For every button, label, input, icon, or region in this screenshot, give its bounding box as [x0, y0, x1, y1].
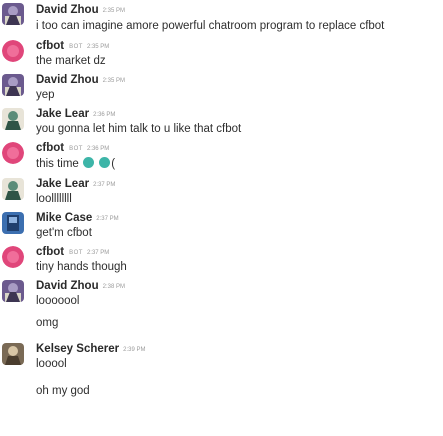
author-label: David Zhou [36, 280, 99, 292]
author-label: cfbot [36, 246, 65, 258]
message-group: cfbot BOT 2:37 PM tiny hands though [0, 244, 443, 276]
avatar[interactable] [2, 142, 24, 164]
timestamp[interactable]: 2:36 PM [87, 146, 109, 152]
message-text: yep [36, 89, 55, 101]
bot-badge: BOT [69, 250, 83, 256]
bot-badge: BOT [69, 146, 83, 152]
author-label: Kelsey Scherer [36, 343, 120, 355]
user-avatar-icon [2, 74, 24, 96]
bot-badge: BOT [69, 44, 83, 50]
user-avatar-icon [2, 3, 24, 25]
avatar[interactable] [2, 40, 24, 62]
timestamp[interactable]: 2:37 PM [96, 216, 118, 222]
author-label: Jake Lear [36, 108, 90, 120]
message-text: you gonna let him talk to u like that cf… [36, 123, 242, 135]
message-text: looooool [36, 295, 80, 307]
author-label: David Zhou [36, 74, 99, 86]
message-group: Mike Case 2:37 PM get'm cfbot [0, 210, 443, 242]
avatar[interactable] [2, 343, 24, 365]
chat-messages: David Zhou 2:35 PM i too can imagine amor… [0, 0, 443, 436]
author-name[interactable]: David Zhou 2:38 PM [36, 280, 125, 292]
message-text: omg [36, 317, 59, 329]
avatar[interactable] [2, 108, 24, 130]
author-label: Jake Lear [36, 178, 90, 190]
message-group: David Zhou 2:35 PM yep [0, 72, 443, 104]
message-text-suffix: ( [111, 158, 116, 170]
author-label: David Zhou [36, 4, 99, 16]
author-name[interactable]: Kelsey Scherer 2:39 PM [36, 343, 145, 355]
author-name[interactable]: Mike Case 2:37 PM [36, 212, 119, 224]
author-label: Mike Case [36, 212, 93, 224]
timestamp[interactable]: 2:37 PM [93, 182, 115, 188]
timestamp[interactable]: 2:38 PM [103, 284, 125, 290]
message-text: the market dz [36, 55, 106, 67]
message-group: cfbot BOT 2:35 PM the market dz [0, 38, 443, 70]
emoji-icon[interactable] [99, 157, 111, 168]
author-name[interactable]: David Zhou 2:35 PM [36, 4, 125, 16]
author-name[interactable]: cfbot BOT 2:35 PM [36, 40, 109, 52]
timestamp[interactable]: 2:36 PM [93, 112, 115, 118]
message-text: get'm cfbot [36, 227, 92, 239]
emoji-icon[interactable] [83, 157, 95, 168]
timestamp[interactable]: 2:35 PM [87, 44, 109, 50]
message-text: this time ( [36, 157, 115, 170]
avatar[interactable] [2, 178, 24, 200]
author-name[interactable]: cfbot BOT 2:37 PM [36, 246, 109, 258]
message-group: Jake Lear 2:36 PM you gonna let him talk … [0, 106, 443, 138]
avatar[interactable] [2, 3, 24, 25]
message-text: i too can imagine amore powerful chatroo… [36, 20, 385, 32]
author-name[interactable]: cfbot BOT 2:36 PM [36, 142, 109, 154]
bot-avatar-icon [2, 246, 24, 268]
avatar[interactable] [2, 212, 24, 234]
message-text: oh my god [36, 385, 90, 397]
user-avatar-icon [2, 212, 24, 234]
bot-avatar-icon [2, 142, 24, 164]
timestamp[interactable]: 2:35 PM [103, 8, 125, 14]
user-avatar-icon [2, 343, 24, 365]
author-name[interactable]: Jake Lear 2:36 PM [36, 108, 115, 120]
message-text: loollllllll [36, 193, 72, 205]
author-label: cfbot [36, 142, 65, 154]
message-group: Jake Lear 2:37 PM loollllllll [0, 176, 443, 208]
user-avatar-icon [2, 108, 24, 130]
message-group: cfbot BOT 2:36 PM this time ( [0, 140, 443, 174]
author-name[interactable]: David Zhou 2:35 PM [36, 74, 125, 86]
message-group: David Zhou 2:38 PM looooool omg [0, 278, 443, 330]
avatar[interactable] [2, 280, 24, 302]
avatar[interactable] [2, 74, 24, 96]
user-avatar-icon [2, 280, 24, 302]
avatar[interactable] [2, 246, 24, 268]
message-text: looool [36, 358, 67, 370]
timestamp[interactable]: 2:39 PM [123, 347, 145, 353]
message-group: Kelsey Scherer 2:39 PM looool oh my god [0, 340, 443, 410]
timestamp[interactable]: 2:35 PM [103, 78, 125, 84]
message-group: David Zhou 2:35 PM i too can imagine amor… [0, 2, 443, 36]
user-avatar-icon [2, 178, 24, 200]
message-text-part: this time [36, 158, 79, 170]
author-label: cfbot [36, 40, 65, 52]
timestamp[interactable]: 2:37 PM [87, 250, 109, 256]
author-name[interactable]: Jake Lear 2:37 PM [36, 178, 115, 190]
message-text: tiny hands though [36, 261, 127, 273]
bot-avatar-icon [2, 40, 24, 62]
